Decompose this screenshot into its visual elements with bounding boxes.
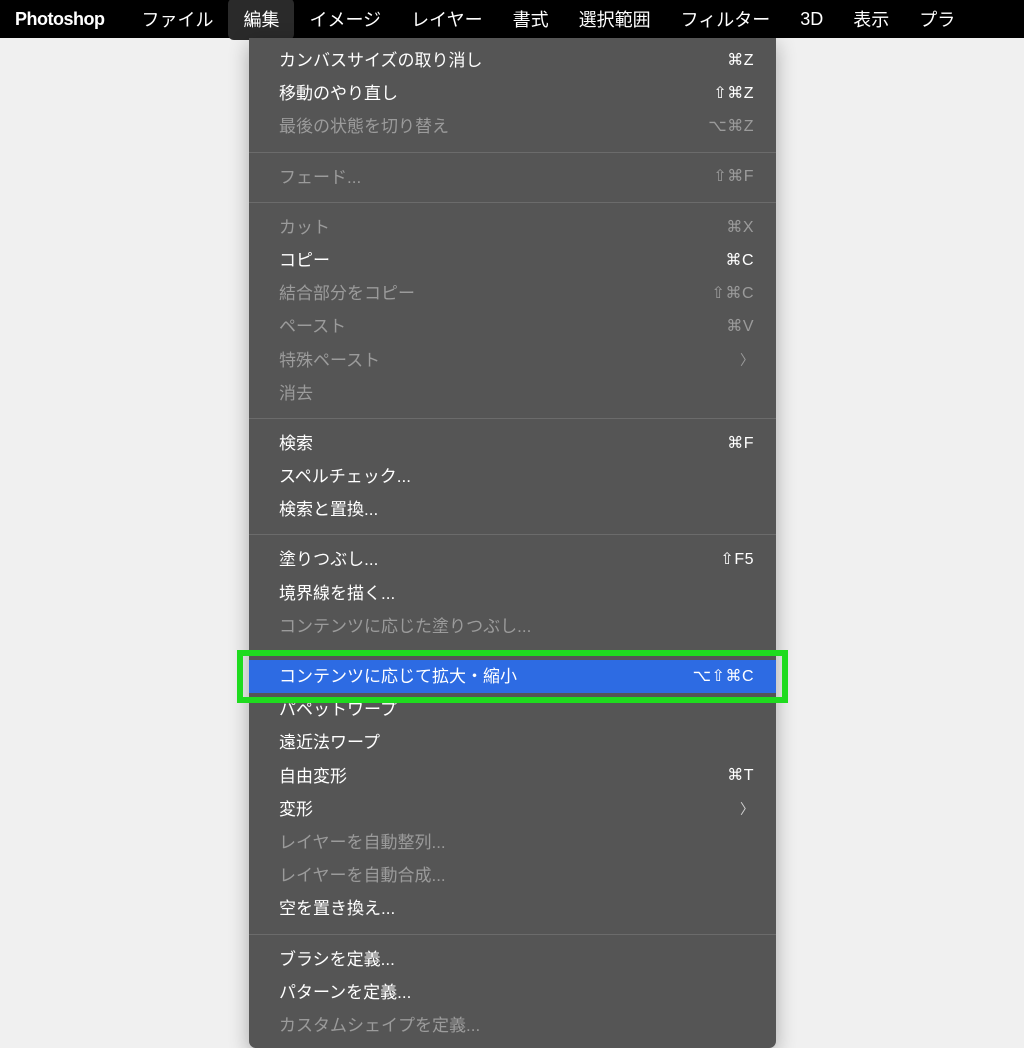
dropdown-item-label: 境界線を描く... xyxy=(279,580,754,607)
dropdown-item[interactable]: コンテンツに応じて拡大・縮小⌥⇧⌘C xyxy=(249,660,776,693)
dropdown-item-shortcut: ⌘V xyxy=(726,314,754,340)
dropdown-item-label: 自由変形 xyxy=(279,763,727,790)
dropdown-item[interactable]: コピー⌘C xyxy=(249,244,776,277)
dropdown-item-shortcut: ⇧⌘C xyxy=(712,281,754,307)
dropdown-item[interactable]: スペルチェック... xyxy=(249,460,776,493)
dropdown-item-label: パターンを定義... xyxy=(279,979,754,1006)
menu-layer[interactable]: レイヤー xyxy=(396,0,497,40)
dropdown-item: カスタムシェイプを定義... xyxy=(249,1009,776,1042)
menu-image[interactable]: イメージ xyxy=(294,0,396,40)
menu-type[interactable]: 書式 xyxy=(498,0,564,40)
dropdown-item[interactable]: パターンを定義... xyxy=(249,976,776,1009)
menu-3d[interactable]: 3D xyxy=(785,1,838,38)
dropdown-item-shortcut: ⇧⌘F xyxy=(713,164,754,190)
chevron-right-icon: 〉 xyxy=(740,349,754,371)
dropdown-item-label: カンバスサイズの取り消し xyxy=(279,47,727,74)
dropdown-item[interactable]: 変形〉 xyxy=(249,793,776,826)
dropdown-item-label: 消去 xyxy=(279,380,754,407)
dropdown-item-shortcut: ⌘T xyxy=(727,763,754,789)
dropdown-item-label: スペルチェック... xyxy=(279,463,754,490)
dropdown-item[interactable]: 移動のやり直し⇧⌘Z xyxy=(249,77,776,110)
menu-select[interactable]: 選択範囲 xyxy=(564,0,666,40)
dropdown-separator xyxy=(249,934,776,935)
dropdown-item-label: 結合部分をコピー xyxy=(279,280,712,307)
dropdown-item-label: コンテンツに応じて拡大・縮小 xyxy=(279,663,693,690)
dropdown-item-label: フェード... xyxy=(279,164,713,191)
dropdown-item-shortcut: ⌘C xyxy=(725,248,754,274)
dropdown-item: 特殊ペースト〉 xyxy=(249,344,776,377)
dropdown-item-label: ブラシを定義... xyxy=(279,946,754,973)
dropdown-item[interactable]: 塗りつぶし...⇧F5 xyxy=(249,543,776,576)
dropdown-item-shortcut: ⇧F5 xyxy=(720,547,754,573)
dropdown-item: ペースト⌘V xyxy=(249,310,776,343)
dropdown-separator xyxy=(249,202,776,203)
dropdown-item-label: 最後の状態を切り替え xyxy=(279,113,708,140)
menu-filter[interactable]: フィルター xyxy=(666,0,786,40)
dropdown-item-label: コピー xyxy=(279,247,725,274)
dropdown-item-label: パペットワープ xyxy=(279,696,754,723)
chevron-right-icon: 〉 xyxy=(740,798,754,820)
dropdown-separator xyxy=(249,651,776,652)
edit-dropdown: カンバスサイズの取り消し⌘Z移動のやり直し⇧⌘Z最後の状態を切り替え⌥⌘Zフェー… xyxy=(249,38,776,1048)
dropdown-item-label: 移動のやり直し xyxy=(279,80,713,107)
menu-view[interactable]: 表示 xyxy=(838,0,904,40)
dropdown-item[interactable]: カンバスサイズの取り消し⌘Z xyxy=(249,44,776,77)
dropdown-item: コンテンツに応じた塗りつぶし... xyxy=(249,610,776,643)
dropdown-item-shortcut: ⌘X xyxy=(726,215,754,241)
dropdown-separator xyxy=(249,152,776,153)
dropdown-item: 結合部分をコピー⇧⌘C xyxy=(249,277,776,310)
app-name: Photoshop xyxy=(15,9,104,30)
dropdown-item[interactable]: ブラシを定義... xyxy=(249,943,776,976)
dropdown-item: フェード...⇧⌘F xyxy=(249,161,776,194)
dropdown-item-label: 検索 xyxy=(279,430,727,457)
dropdown-item-label: レイヤーを自動整列... xyxy=(279,829,754,856)
menu-plugins[interactable]: プラ xyxy=(904,0,970,40)
dropdown-item-label: 遠近法ワープ xyxy=(279,729,754,756)
dropdown-item-label: レイヤーを自動合成... xyxy=(279,862,754,889)
dropdown-separator xyxy=(249,534,776,535)
dropdown-item[interactable]: 自由変形⌘T xyxy=(249,760,776,793)
dropdown-item: レイヤーを自動合成... xyxy=(249,859,776,892)
dropdown-item-label: コンテンツに応じた塗りつぶし... xyxy=(279,613,754,640)
dropdown-item: 消去 xyxy=(249,377,776,410)
dropdown-item-label: 検索と置換... xyxy=(279,496,754,523)
dropdown-item: カット⌘X xyxy=(249,211,776,244)
dropdown-item-label: カスタムシェイプを定義... xyxy=(279,1012,754,1039)
dropdown-item[interactable]: 遠近法ワープ xyxy=(249,726,776,759)
menu-file[interactable]: ファイル xyxy=(126,0,228,40)
menu-edit[interactable]: 編集 xyxy=(228,0,294,40)
dropdown-item: レイヤーを自動整列... xyxy=(249,826,776,859)
dropdown-item-label: ペースト xyxy=(279,313,726,340)
dropdown-item-shortcut: ⌥⇧⌘C xyxy=(693,664,754,690)
dropdown-item-label: カット xyxy=(279,214,726,241)
dropdown-item[interactable]: パペットワープ xyxy=(249,693,776,726)
dropdown-item[interactable]: 検索⌘F xyxy=(249,427,776,460)
dropdown-item-shortcut: ⌥⌘Z xyxy=(708,114,754,140)
menubar: Photoshop ファイル 編集 イメージ レイヤー 書式 選択範囲 フィルタ… xyxy=(0,0,1024,38)
dropdown-item-shortcut: ⌘Z xyxy=(727,48,754,74)
dropdown-separator xyxy=(249,418,776,419)
dropdown-item: 最後の状態を切り替え⌥⌘Z xyxy=(249,110,776,143)
dropdown-item-label: 変形 xyxy=(279,796,740,823)
dropdown-item-label: 塗りつぶし... xyxy=(279,546,720,573)
dropdown-item-shortcut: ⇧⌘Z xyxy=(713,81,754,107)
dropdown-item-label: 特殊ペースト xyxy=(279,347,740,374)
dropdown-item-shortcut: ⌘F xyxy=(727,431,754,457)
dropdown-item[interactable]: 検索と置換... xyxy=(249,493,776,526)
dropdown-item[interactable]: 境界線を描く... xyxy=(249,577,776,610)
